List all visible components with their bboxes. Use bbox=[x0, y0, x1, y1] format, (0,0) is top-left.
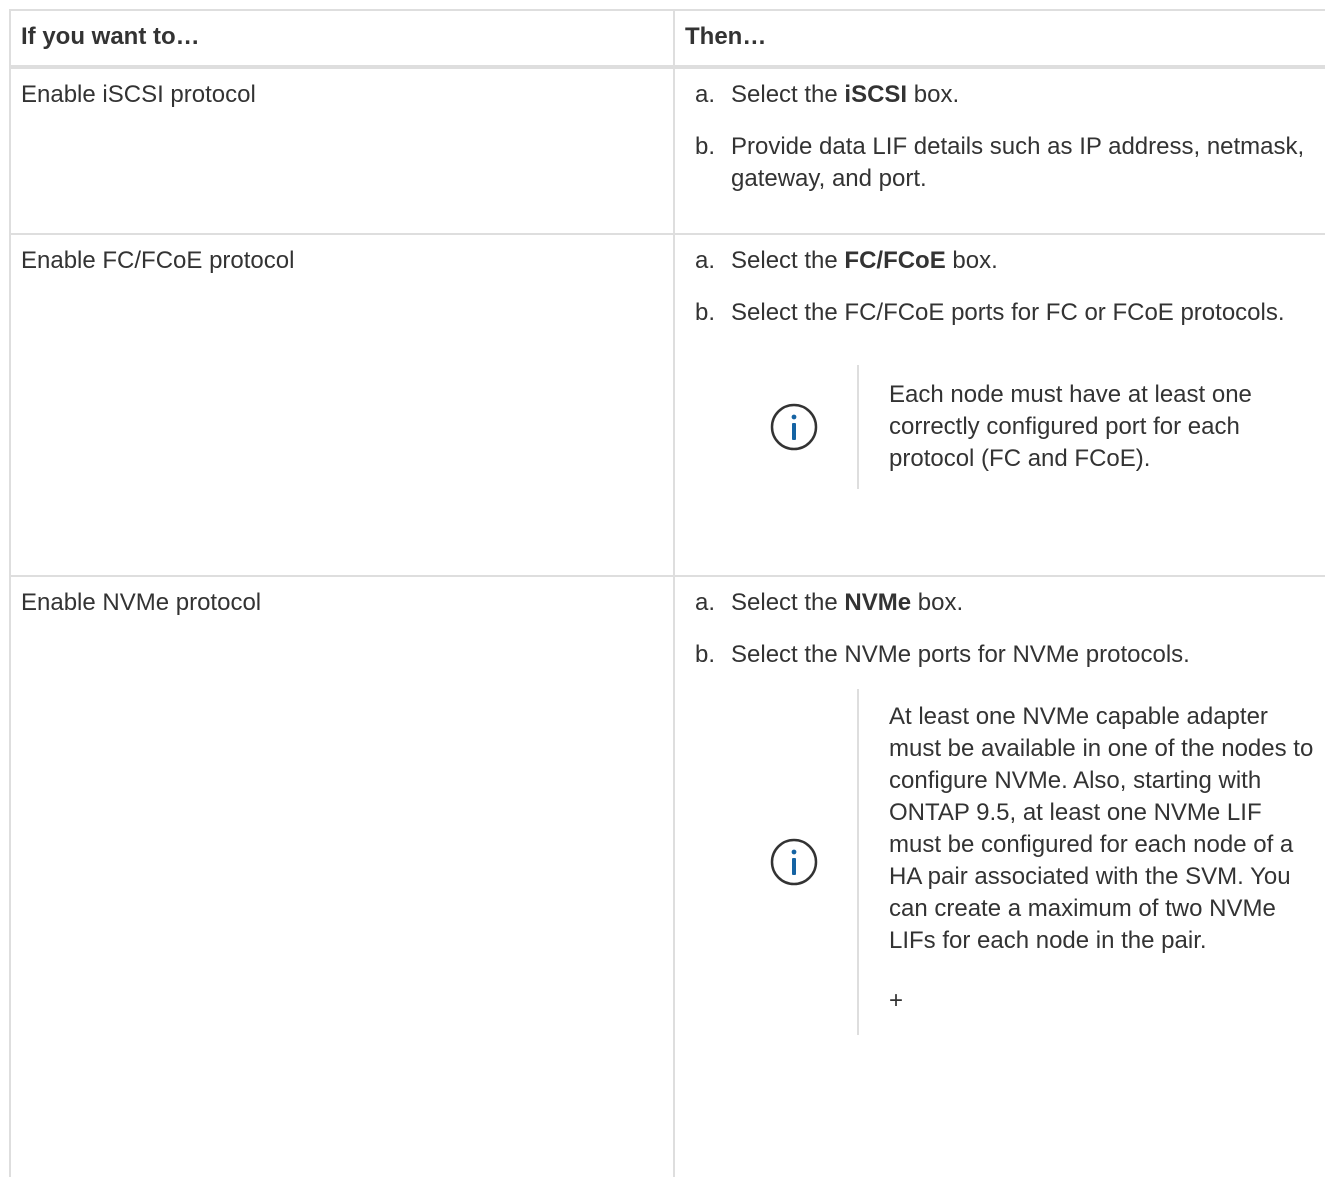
want-cell-iscsi: Enable iSCSI protocol bbox=[9, 66, 675, 235]
protocol-options-table: If you want to… Then… Enable iSCSI proto… bbox=[9, 9, 1325, 1177]
step-marker: a. bbox=[695, 247, 716, 274]
table-row-fc-fcoe: Enable FC/FCoE protocol a. Select the FC… bbox=[9, 233, 1325, 577]
step-text-pre: Select the bbox=[731, 247, 845, 274]
step-text: Provide data LIF details such as IP addr… bbox=[731, 133, 1305, 192]
step-marker: b. bbox=[695, 133, 716, 160]
step-text-bold: FC/FCoE bbox=[844, 247, 946, 274]
step-text-pre: Select the bbox=[731, 81, 845, 108]
step-marker: a. bbox=[695, 81, 716, 108]
header-then: Then… bbox=[673, 9, 1325, 69]
steps-list-fc-fcoe: a. Select the FC/FCoE box. b. Select the… bbox=[685, 245, 1316, 329]
steps-list-nvme: a. Select the NVMe box. b. Select the NV… bbox=[685, 587, 1316, 671]
table-row-nvme: Enable NVMe protocol a. Select the NVMe … bbox=[9, 575, 1325, 1177]
steps-list-iscsi: a. Select the iSCSI box. b. Provide data… bbox=[685, 79, 1316, 195]
note-text: Each node must have at least one correct… bbox=[889, 381, 1252, 472]
step-marker: b. bbox=[695, 641, 716, 668]
note-text: At least one NVMe capable adapter must b… bbox=[889, 703, 1314, 954]
step-item: a. Select the NVMe box. bbox=[685, 587, 1316, 619]
note-text-container: At least one NVMe capable adapter must b… bbox=[859, 689, 1316, 1035]
then-cell-fc-fcoe: a. Select the FC/FCoE box. b. Select the… bbox=[673, 233, 1325, 577]
step-text: Select the NVMe ports for NVMe protocols… bbox=[731, 641, 1190, 668]
note-icon-cell bbox=[731, 365, 859, 489]
note-plus-sign: + bbox=[889, 987, 904, 1014]
note-admonition-nvme: At least one NVMe capable adapter must b… bbox=[731, 689, 1316, 1035]
step-item: a. Select the FC/FCoE box. bbox=[685, 245, 1316, 277]
step-text-bold: NVMe bbox=[844, 589, 912, 616]
note-icon-cell bbox=[731, 689, 859, 1035]
then-cell-nvme: a. Select the NVMe box. b. Select the NV… bbox=[673, 575, 1325, 1177]
step-text-bold: iSCSI bbox=[844, 81, 908, 108]
then-cell-iscsi: a. Select the iSCSI box. b. Provide data… bbox=[673, 66, 1325, 235]
step-text-pre: Select the bbox=[731, 589, 845, 616]
want-cell-nvme: Enable NVMe protocol bbox=[9, 575, 675, 1177]
step-text-post: box. bbox=[907, 81, 960, 108]
step-text: Select the FC/FCoE ports for FC or FCoE … bbox=[731, 299, 1285, 326]
step-item: b. Select the FC/FCoE ports for FC or FC… bbox=[685, 297, 1316, 329]
step-item: b. Provide data LIF details such as IP a… bbox=[685, 131, 1316, 195]
step-text-post: box. bbox=[911, 589, 964, 616]
info-icon bbox=[770, 838, 818, 886]
want-cell-fc-fcoe: Enable FC/FCoE protocol bbox=[9, 233, 675, 577]
table-header-row: If you want to… Then… bbox=[9, 9, 1325, 69]
step-text-post: box. bbox=[945, 247, 998, 274]
step-marker: b. bbox=[695, 299, 716, 326]
note-admonition-fc-fcoe: Each node must have at least one correct… bbox=[731, 365, 1316, 489]
header-if-you-want-to: If you want to… bbox=[9, 9, 675, 69]
step-marker: a. bbox=[695, 589, 716, 616]
step-item: b. Select the NVMe ports for NVMe protoc… bbox=[685, 639, 1316, 671]
step-item: a. Select the iSCSI box. bbox=[685, 79, 1316, 111]
info-icon bbox=[770, 403, 818, 451]
table-row-iscsi: Enable iSCSI protocol a. Select the iSCS… bbox=[9, 66, 1325, 235]
